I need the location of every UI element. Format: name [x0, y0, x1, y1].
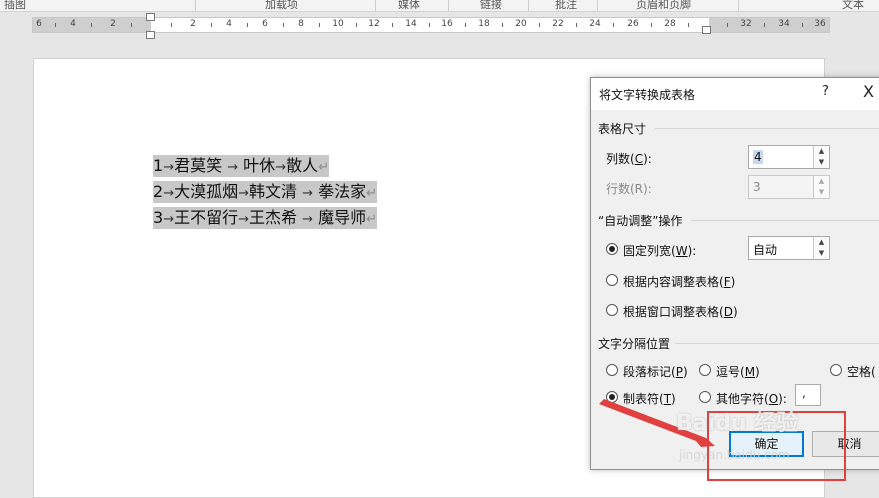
- watermark-logo: Baidu 经验: [676, 411, 799, 436]
- watermark-url: jingyan.baidu.com: [679, 448, 790, 462]
